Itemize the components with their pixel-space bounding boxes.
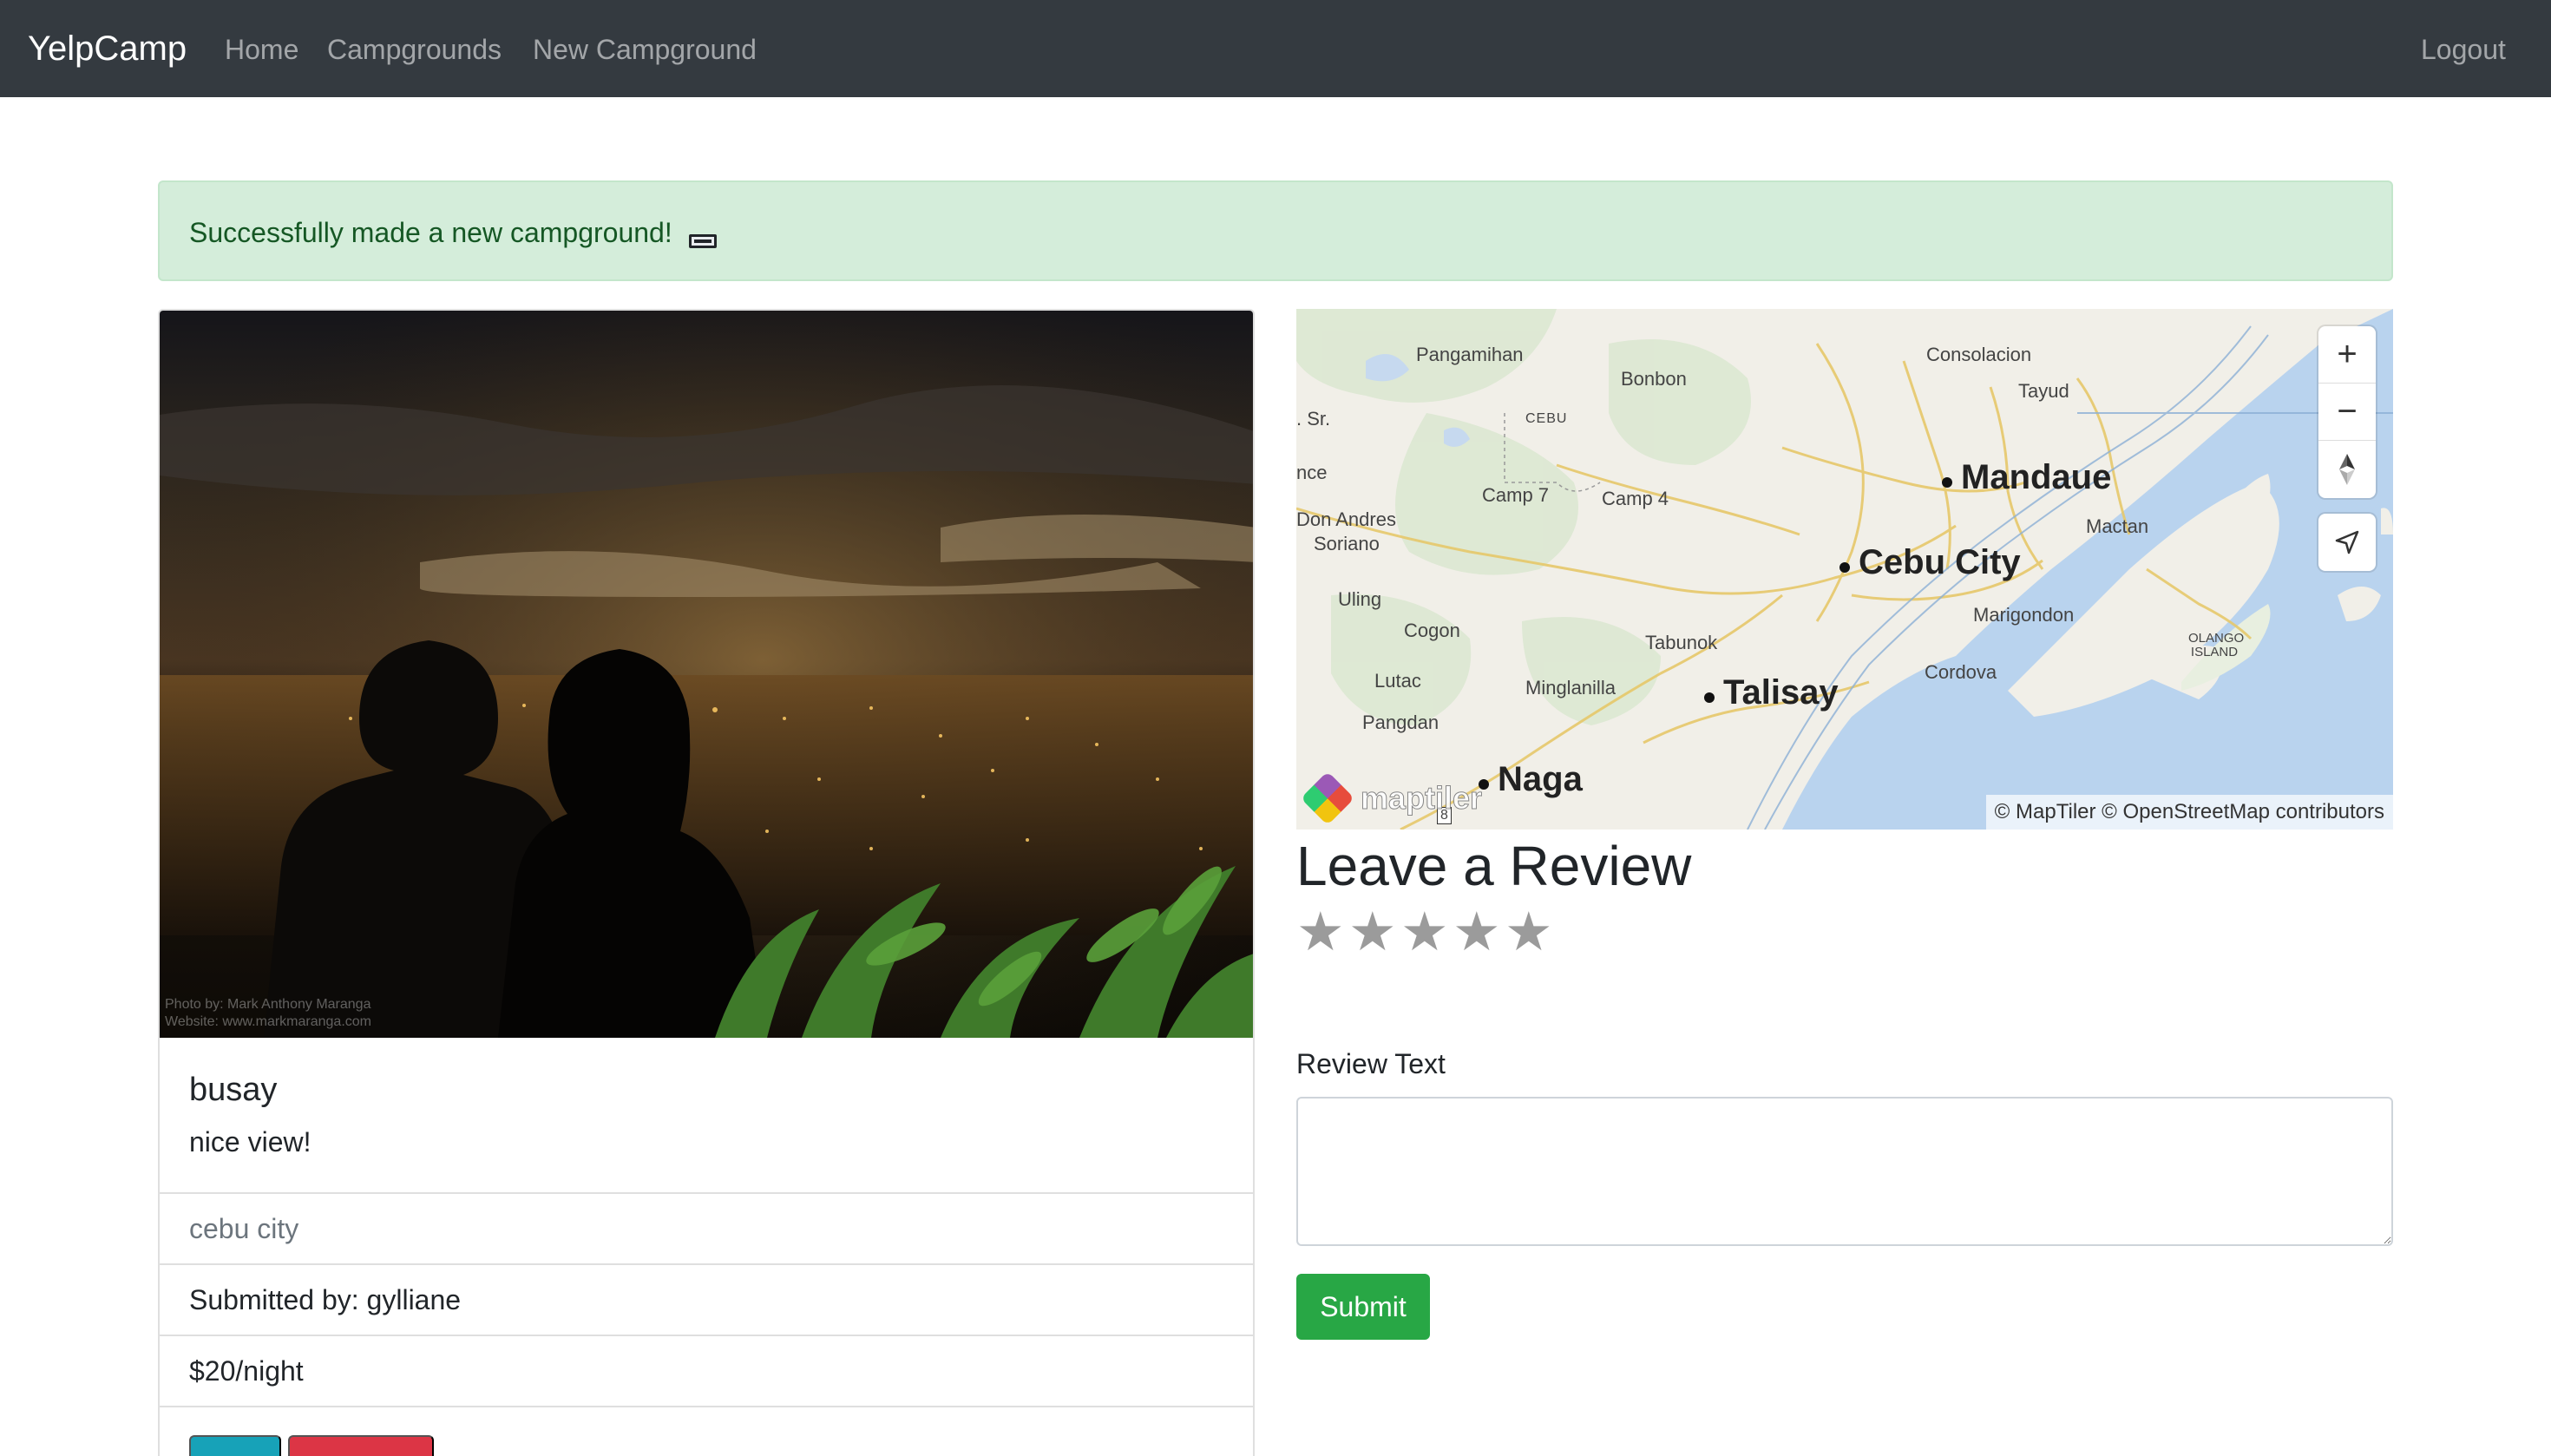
price-item: $20/night	[160, 1335, 1253, 1406]
night-city-photo	[160, 311, 1253, 1038]
star-icon[interactable]: ★	[1400, 906, 1449, 960]
alert-close-button[interactable]	[689, 234, 717, 248]
map-city-cebu: Cebu City	[1859, 543, 2021, 581]
campground-description: nice view!	[189, 1126, 311, 1158]
success-alert: Successfully made a new campground!	[158, 180, 2393, 281]
map-city-dot	[1942, 477, 1952, 488]
review-text-field[interactable]	[1296, 1097, 2393, 1246]
map-city-naga: Naga	[1498, 760, 1583, 798]
map-label: Lutac	[1374, 670, 1421, 692]
alert-message: Successfully made a new campground!	[189, 217, 672, 248]
star-icon[interactable]: ★	[1296, 906, 1345, 960]
zoom-in-button[interactable]: +	[2318, 326, 2376, 384]
map-city-talisay: Talisay	[1723, 673, 1839, 712]
map-label: Minglanilla	[1525, 677, 1616, 698]
map-attribution[interactable]: © MapTiler © OpenStreetMap contributors	[1985, 795, 2393, 830]
map-label: Uling	[1338, 588, 1382, 610]
map-label: Camp 7	[1482, 484, 1550, 506]
photo-credit-line1: Photo by: Mark Anthony Maranga	[165, 997, 371, 1012]
location-text: cebu city	[189, 1213, 299, 1244]
map-label: Soriano	[1314, 533, 1380, 554]
maptiler-logo-text: maptiler	[1360, 780, 1483, 817]
zoom-out-button[interactable]: −	[2318, 384, 2376, 441]
maptiler-logo-icon	[1300, 771, 1355, 826]
map-label: CEBU	[1525, 411, 1568, 426]
map-label: Consolacion	[1926, 344, 2032, 365]
nav-new-campground-link[interactable]: New Campground	[533, 31, 757, 68]
map-label: Mactan	[2086, 515, 2149, 537]
map-label: . Sr.	[1296, 408, 1331, 430]
campground-title: busay	[189, 1072, 278, 1108]
map-label: Tayud	[2018, 380, 2069, 402]
compass-button[interactable]	[2318, 441, 2376, 498]
star-icon[interactable]: ★	[1348, 906, 1397, 960]
map-city-dot	[1839, 562, 1850, 573]
geolocate-button[interactable]	[2318, 514, 2376, 571]
nav-campgrounds-link[interactable]: Campgrounds	[327, 31, 502, 68]
navbar: YelpCamp Home Campgrounds New Campground…	[0, 0, 2551, 97]
map-label: Don Andres	[1296, 508, 1396, 530]
photo-credit: Photo by: Mark Anthony Maranga Website: …	[165, 996, 371, 1031]
actions-item	[160, 1406, 1253, 1456]
map-label: Bonbon	[1621, 368, 1687, 390]
author-item: Submitted by: gylliane	[160, 1263, 1253, 1335]
map-label: nce	[1296, 462, 1328, 483]
location-item: cebu city	[160, 1192, 1253, 1263]
brand-link[interactable]: YelpCamp	[28, 26, 187, 71]
map-zoom-controls: + −	[2318, 326, 2376, 498]
maptiler-logo[interactable]: maptiler	[1300, 771, 1483, 826]
star-rating[interactable]: ★ ★ ★ ★ ★	[1296, 906, 1553, 960]
north-arrow-icon	[2339, 454, 2355, 485]
nav-logout-link[interactable]: Logout	[2421, 31, 2506, 68]
map-city-mandaue: Mandaue	[1961, 458, 2112, 496]
review-text-label: Review Text	[1296, 1048, 1446, 1079]
campground-image: Photo by: Mark Anthony Maranga Website: …	[160, 311, 1253, 1038]
star-icon[interactable]: ★	[1453, 906, 1501, 960]
map-label: Marigondon	[1973, 604, 2075, 626]
star-icon[interactable]: ★	[1505, 906, 1553, 960]
map-city-dot	[1704, 692, 1715, 703]
map-label: Cordova	[1925, 661, 1997, 683]
map-label: Pangamihan	[1416, 344, 1524, 365]
navigation-arrow-icon	[2335, 530, 2359, 554]
map-label: Pangdan	[1362, 712, 1439, 733]
map-label: Cogon	[1404, 620, 1460, 641]
edit-button[interactable]	[189, 1435, 281, 1456]
review-heading: Leave a Review	[1296, 835, 1692, 897]
delete-button[interactable]	[288, 1435, 434, 1456]
campground-map[interactable]: Pangamihan Bonbon Consolacion Tayud . Sr…	[1296, 309, 2393, 830]
price-text: $20/night	[189, 1355, 304, 1387]
nav-home-link[interactable]: Home	[225, 31, 298, 68]
map-label: OLANGO ISLAND	[2188, 631, 2245, 659]
campground-card: Photo by: Mark Anthony Maranga Website: …	[158, 309, 1255, 1456]
map-label: Tabunok	[1645, 632, 1718, 653]
map-label: Camp 4	[1602, 488, 1669, 509]
author-text: Submitted by: gylliane	[189, 1284, 462, 1315]
photo-credit-line2: Website: www.markmaranga.com	[165, 1014, 371, 1029]
submit-button[interactable]: Submit	[1296, 1274, 1430, 1340]
